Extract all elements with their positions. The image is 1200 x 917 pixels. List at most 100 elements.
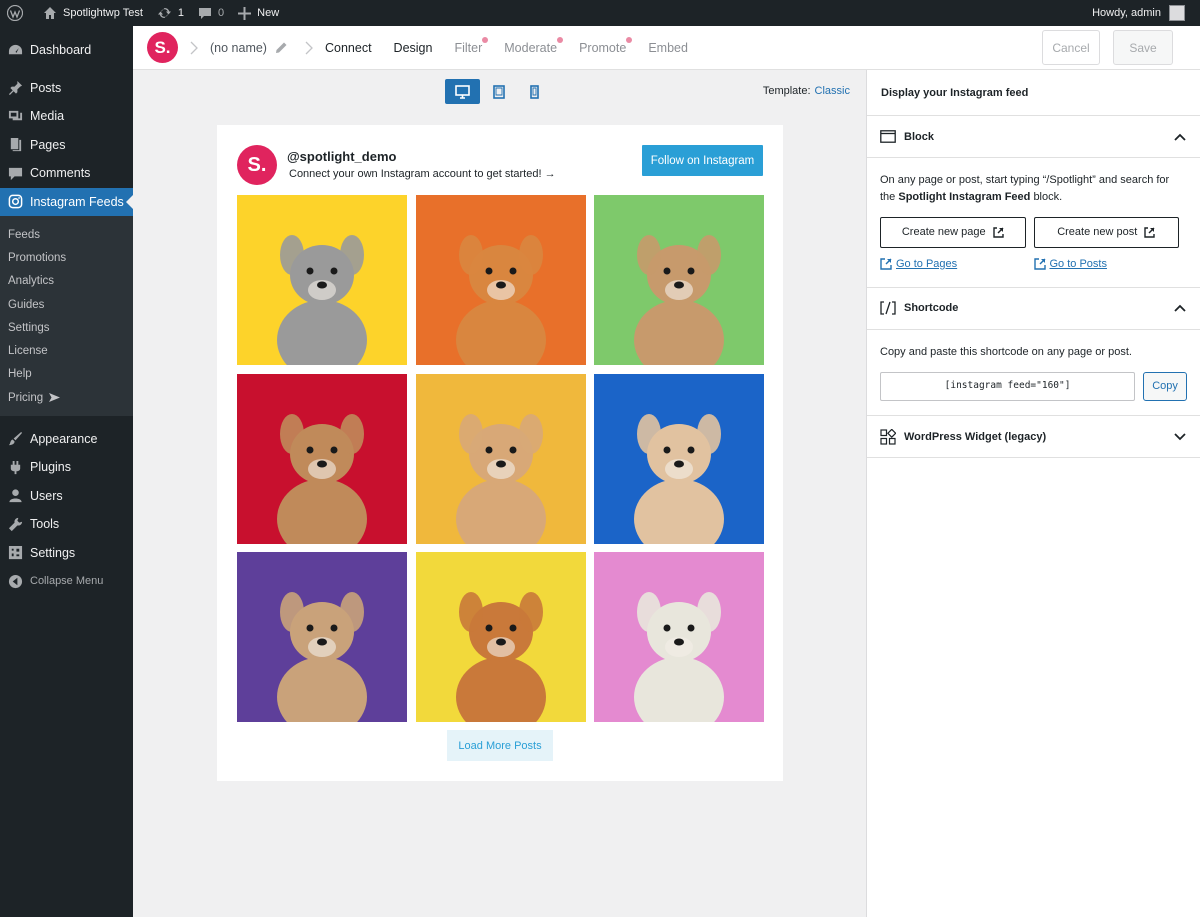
new-content-link[interactable]: New xyxy=(231,0,286,26)
sidebar-item-tools[interactable]: Tools xyxy=(0,510,133,539)
copy-shortcode-button[interactable]: Copy xyxy=(1143,372,1187,401)
profile-avatar[interactable]: S. xyxy=(237,145,277,185)
site-name-link[interactable]: Spotlightwp Test xyxy=(36,0,150,26)
feed-photo[interactable] xyxy=(237,373,407,544)
admin-bar: Spotlightwp Test 1 0 New Howdy, admin xyxy=(0,0,1200,26)
feed-photo[interactable] xyxy=(415,195,586,365)
desktop-view-button[interactable] xyxy=(445,79,480,104)
tab-filter[interactable]: Filter xyxy=(454,36,489,55)
sidebar-item-comments[interactable]: Comments xyxy=(0,159,133,188)
tab-promote[interactable]: Promote xyxy=(579,36,633,55)
tab-design[interactable]: Design xyxy=(394,41,433,55)
go-to-posts-link[interactable]: Go to Posts xyxy=(1033,256,1188,273)
editor-tabs: Connect Design Filter Moderate Promote E… xyxy=(325,36,710,55)
wrench-icon xyxy=(8,517,23,531)
create-new-post-button[interactable]: Create new post xyxy=(1033,217,1179,248)
block-section-body: On any page or post, start typing “/Spot… xyxy=(867,158,1200,288)
shortcode-field[interactable]: [instagram feed="160"] xyxy=(880,372,1136,401)
widget-section-header[interactable]: WordPress Widget (legacy) xyxy=(867,416,1200,458)
tab-moderate[interactable]: Moderate xyxy=(504,36,564,55)
feed-photo[interactable] xyxy=(594,195,764,365)
submenu-item-analytics[interactable]: Analytics xyxy=(0,270,133,293)
comment-icon xyxy=(199,7,212,19)
follow-on-instagram-button[interactable]: Follow on Instagram xyxy=(642,145,763,176)
profile-bio: Connect your own Instagram account to ge… xyxy=(289,168,556,180)
feed-photo[interactable] xyxy=(415,373,586,544)
tablet-icon xyxy=(492,84,505,99)
submenu-item-settings[interactable]: Settings xyxy=(0,316,133,339)
sidebar-item-plugins[interactable]: Plugins xyxy=(0,453,133,482)
profile-username[interactable]: @spotlight_demo xyxy=(287,149,396,164)
sidebar-item-settings[interactable]: Settings xyxy=(0,538,133,567)
go-to-pages-link[interactable]: Go to Pages xyxy=(880,256,1034,273)
photo-grid xyxy=(237,195,764,722)
shortcode-section-header[interactable]: Shortcode xyxy=(867,288,1200,330)
account-menu[interactable]: Howdy, admin xyxy=(1085,0,1200,26)
block-icon xyxy=(880,129,896,145)
updates-link[interactable]: 1 xyxy=(150,0,191,26)
sidebar-item-users[interactable]: Users xyxy=(0,481,133,510)
submenu-item-promotions[interactable]: Promotions xyxy=(0,246,133,269)
chevron-up-icon xyxy=(1174,133,1186,141)
sidebar-item-label: Dashboard xyxy=(30,43,92,58)
sidebar-item-media[interactable]: Media xyxy=(0,102,133,131)
submenu-item-pricing[interactable]: Pricing xyxy=(0,386,133,409)
feed-photo[interactable] xyxy=(594,373,764,544)
feed-photo[interactable] xyxy=(237,195,407,365)
sidebar-item-posts[interactable]: Posts xyxy=(0,74,133,103)
chevron-right-icon xyxy=(305,41,313,54)
brush-icon xyxy=(8,432,23,446)
shortcode-description: Copy and paste this shortcode on any pag… xyxy=(880,345,1132,358)
sidebar-item-label: Pages xyxy=(30,137,66,152)
pro-dot xyxy=(626,36,633,43)
dog-photo-image xyxy=(237,373,407,544)
greeting: Howdy, admin xyxy=(1092,7,1161,19)
users-icon xyxy=(9,489,22,503)
template-selector: Template: Classic xyxy=(762,85,850,97)
home-icon xyxy=(44,7,56,19)
tab-embed[interactable]: Embed xyxy=(648,41,688,55)
block-section-header[interactable]: Block xyxy=(867,116,1200,158)
arrow-right-icon xyxy=(49,393,61,403)
feed-photo[interactable] xyxy=(594,552,764,722)
panel-title: Display your Instagram feed xyxy=(867,70,1200,116)
widget-icon xyxy=(880,428,896,445)
feed-name-editor[interactable]: (no name) xyxy=(210,41,287,55)
dog-photo-image xyxy=(594,552,764,722)
spotlight-logo[interactable]: S. xyxy=(147,32,178,63)
shortcode-icon xyxy=(880,300,896,316)
block-heading: Block xyxy=(904,130,934,143)
comments-link[interactable]: 0 xyxy=(191,0,231,26)
instagram-feeds-submenu: Feeds Promotions Analytics Guides Settin… xyxy=(0,216,133,417)
collapse-menu-button[interactable]: Collapse Menu xyxy=(0,567,133,596)
tab-connect[interactable]: Connect xyxy=(325,41,372,55)
pro-dot xyxy=(557,36,564,43)
dog-photo-image xyxy=(237,195,407,365)
sidebar-item-instagram-feeds[interactable]: Instagram Feeds xyxy=(0,187,133,216)
cancel-button[interactable]: Cancel xyxy=(1042,30,1100,65)
tablet-view-button[interactable] xyxy=(481,79,516,104)
sidebar-item-pages[interactable]: Pages xyxy=(0,131,133,160)
submenu-item-help[interactable]: Help xyxy=(0,363,133,386)
sidebar-item-label: Comments xyxy=(30,166,91,181)
load-more-button[interactable]: Load More Posts xyxy=(447,730,553,761)
dog-photo-image xyxy=(594,373,764,544)
feed-photo[interactable] xyxy=(415,552,586,722)
external-link-icon xyxy=(1144,227,1155,238)
submenu-item-license[interactable]: License xyxy=(0,339,133,362)
pages-icon xyxy=(10,138,22,152)
save-button[interactable]: Save xyxy=(1113,30,1173,65)
mobile-view-button[interactable] xyxy=(517,79,552,104)
wordpress-logo-icon[interactable] xyxy=(0,0,36,26)
sidebar-item-dashboard[interactable]: Dashboard xyxy=(0,36,133,65)
sidebar-item-appearance[interactable]: Appearance xyxy=(0,424,133,453)
feed-photo[interactable] xyxy=(237,552,407,722)
dog-photo-image xyxy=(415,195,586,365)
template-link[interactable]: Classic xyxy=(815,85,850,97)
create-new-page-button[interactable]: Create new page xyxy=(880,217,1026,248)
widget-heading: WordPress Widget (legacy) xyxy=(904,430,1047,443)
plus-icon xyxy=(238,6,252,20)
submenu-item-feeds[interactable]: Feeds xyxy=(0,223,133,246)
submenu-item-guides[interactable]: Guides xyxy=(0,293,133,316)
comment-icon xyxy=(8,167,23,180)
